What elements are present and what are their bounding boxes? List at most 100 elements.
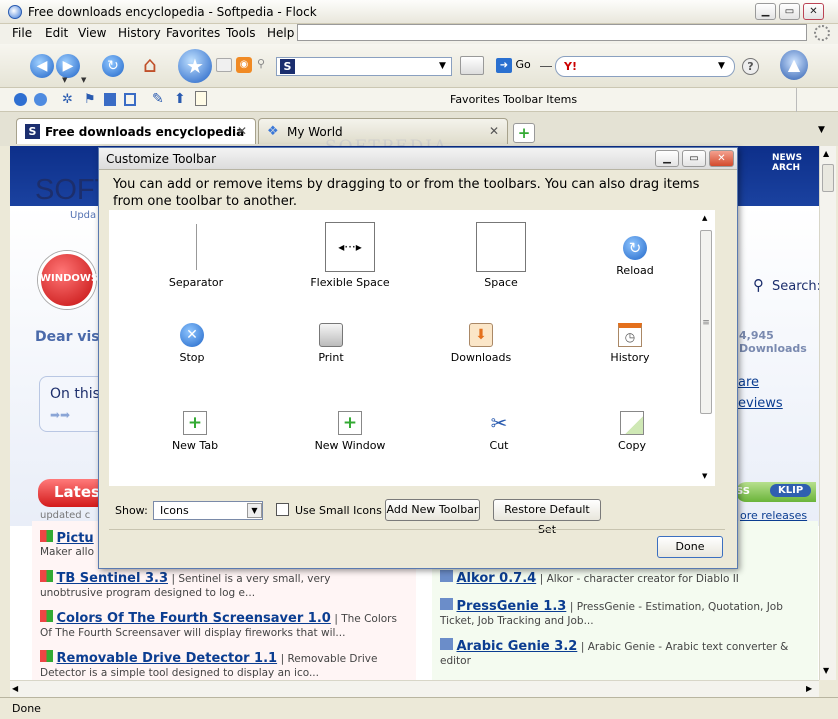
menu-bar-field[interactable] (297, 24, 807, 41)
palette-item-new-tab[interactable]: + New Tab (125, 411, 265, 452)
show-label: Show: (115, 504, 148, 517)
dialog-minimize-button[interactable]: ▁ (655, 150, 679, 167)
tab-softpedia[interactable]: S Free downloads encyclopedia ... ✕ (16, 118, 256, 153)
menu-help[interactable]: Help (267, 26, 294, 40)
page-info-icon[interactable] (460, 56, 484, 75)
reviews-link[interactable]: eviews (738, 396, 783, 411)
show-select[interactable]: Icons ▼ (153, 501, 263, 520)
page-horizontal-scrollbar[interactable]: ◀ ▶ (10, 680, 819, 697)
palette-item-cut[interactable]: ✂ Cut (429, 411, 569, 452)
search-magnifier-icon: ⚲ (753, 276, 764, 294)
blog-icon[interactable]: ✎ (152, 91, 164, 107)
upload-icon[interactable]: ⬆ (174, 91, 186, 107)
klip-badge[interactable]: KLIP (770, 484, 812, 497)
favorites-icon[interactable]: ✲ (62, 92, 73, 107)
page-vertical-scrollbar[interactable]: ▲ ▼ (819, 146, 836, 680)
scroll-up-icon[interactable]: ▲ (823, 149, 829, 158)
palette-scroll-thumb[interactable]: ≡ (700, 230, 712, 414)
status-text: Done (12, 702, 41, 715)
star-icon[interactable]: ★ (178, 49, 212, 83)
scroll-right-icon[interactable]: ▶ (806, 684, 812, 693)
palette-item-stop[interactable]: ✕ Stop (122, 323, 262, 364)
item-title-link[interactable]: Colors Of The Fourth Screensaver 1.0 (57, 611, 331, 626)
menu-tools[interactable]: Tools (226, 26, 256, 40)
minimize-button[interactable]: ▁ (755, 3, 776, 20)
go-button[interactable]: ➜ Go (496, 58, 531, 74)
close-button[interactable]: ✕ (803, 3, 824, 20)
scroll-left-icon[interactable]: ◀ (12, 684, 18, 693)
item-title-link[interactable]: Alkor 0.7.4 (457, 571, 537, 586)
maximize-button[interactable]: ▭ (779, 3, 800, 20)
back-icon[interactable]: ◀ (30, 54, 54, 78)
search-input[interactable]: Y! ▼ (555, 56, 735, 77)
media-icon[interactable] (124, 93, 136, 106)
item-title-link[interactable]: TB Sentinel 3.3 (57, 571, 169, 586)
windows-flag-icon (40, 610, 53, 622)
palette-item-downloads[interactable]: ⬇ Downloads (411, 323, 551, 364)
palette-scrollbar[interactable]: ▲ ≡ ▼ (697, 210, 715, 486)
people-icon[interactable] (14, 93, 27, 106)
search-engine-dropdown-icon[interactable]: ▼ (718, 61, 725, 71)
small-icons-label: Use Small Icons (295, 504, 382, 517)
small-icons-checkbox[interactable] (276, 503, 289, 516)
windows-flag-icon (40, 650, 53, 662)
web-snippets-icon[interactable] (34, 93, 47, 106)
menu-favorites[interactable]: Favorites (166, 26, 220, 40)
palette-item-separator[interactable]: Separator (126, 224, 266, 289)
restore-default-set-button[interactable]: Restore Default Set (493, 499, 601, 536)
yahoo-logo-icon: Y! (564, 60, 577, 73)
camera-icon[interactable] (216, 58, 232, 72)
item-title-link[interactable]: Arabic Genie 3.2 (457, 639, 578, 654)
palette-item-new-window[interactable]: + New Window (280, 411, 420, 452)
menu-view[interactable]: View (78, 26, 106, 40)
select-dropdown-icon[interactable]: ▼ (247, 503, 262, 518)
list-item: Removable Drive Detector 1.1 | Removable… (40, 650, 380, 679)
palette-scroll-down-icon[interactable]: ▼ (702, 472, 707, 480)
ss-badge[interactable]: SS (736, 486, 750, 497)
item-title-link[interactable]: Pictu (57, 531, 94, 546)
palette-item-history[interactable]: ◷ History (560, 323, 700, 364)
feeds-icon[interactable] (104, 93, 116, 106)
scroll-down-icon[interactable]: ▼ (823, 666, 829, 675)
item-title-link[interactable]: Removable Drive Detector 1.1 (57, 651, 278, 666)
scroll-thumb[interactable] (822, 164, 834, 192)
palette-item-reload[interactable]: ↻ Reload (565, 236, 705, 277)
palette-scroll-up-icon[interactable]: ▲ (702, 214, 707, 222)
history-dropdown-icon[interactable]: ▼ (62, 76, 67, 84)
pin-icon[interactable]: ⚑ (84, 92, 96, 107)
palette-item-print[interactable]: Print (261, 323, 401, 364)
close-tab-icon[interactable]: ✕ (489, 124, 499, 138)
palette-item-space[interactable]: Space (431, 222, 571, 289)
reload-icon[interactable]: ↻ (102, 55, 124, 77)
item-label: Copy (618, 439, 646, 452)
item-title-link[interactable]: PressGenie 1.3 (457, 599, 567, 614)
more-link[interactable]: are (738, 375, 759, 390)
flock-sidebar-icon[interactable]: ▲ (780, 50, 808, 80)
search-label: Search: (772, 279, 819, 294)
home-icon[interactable]: ⌂ (137, 54, 163, 78)
forward-icon[interactable]: ▶ (56, 54, 80, 78)
menu-history[interactable]: History (118, 26, 161, 40)
palette-item-copy[interactable]: Copy (562, 411, 702, 452)
url-dropdown-icon[interactable]: ▼ (439, 61, 446, 71)
forward-dropdown-icon[interactable]: ▼ (81, 76, 86, 84)
favorites-toolbar: ✲ ⚑ ✎ ⬆ (0, 88, 838, 112)
dialog-close-button[interactable]: ✕ (709, 150, 734, 167)
dialog-maximize-button[interactable]: ▭ (682, 150, 706, 167)
news-archive-link[interactable]: NEWS ARCH (772, 153, 819, 173)
menu-edit[interactable]: Edit (45, 26, 68, 40)
url-input[interactable]: S (276, 57, 452, 76)
clipboard-icon[interactable] (195, 91, 207, 106)
done-button[interactable]: Done (657, 536, 723, 558)
new-tab-button[interactable]: + (513, 123, 535, 143)
windows-flag-icon (440, 638, 453, 650)
rss-icon[interactable]: ◉ (236, 57, 252, 73)
windows-flag-icon (40, 530, 53, 542)
palette-item-flexible-space[interactable]: ◂···▸ Flexible Space (280, 222, 420, 289)
menu-file[interactable]: File (12, 26, 32, 40)
close-tab-icon[interactable]: ✕ (237, 124, 247, 138)
add-new-toolbar-button[interactable]: Add New Toolbar (385, 499, 480, 521)
help-icon[interactable]: ? (742, 58, 759, 75)
tab-list-icon[interactable]: ▼ (818, 125, 825, 135)
find-icon[interactable]: ⚲ (257, 57, 265, 70)
